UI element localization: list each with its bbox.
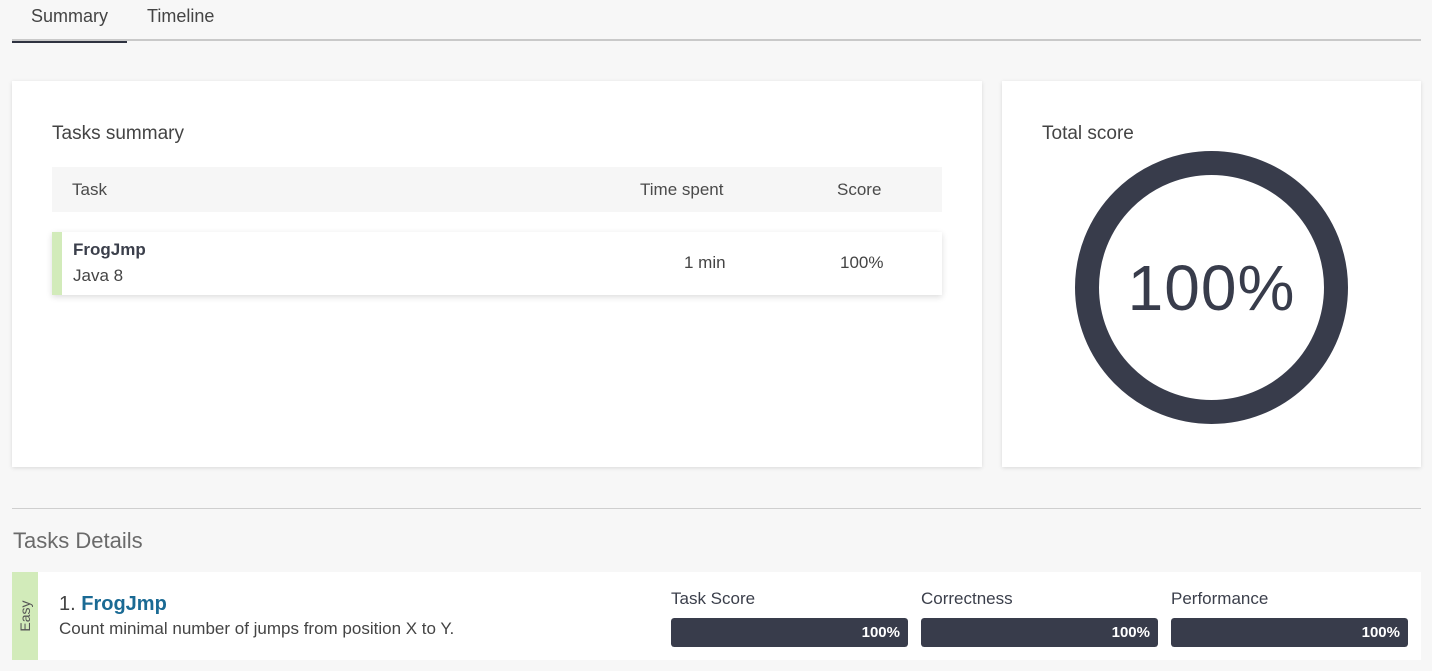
column-header-time-spent: Time spent [640, 180, 724, 199]
total-score-card: Total score 100% [1002, 81, 1421, 467]
task-number: 1. [59, 593, 76, 615]
total-score-title: Total score [1042, 123, 1134, 144]
tab-summary[interactable]: Summary [12, 0, 127, 43]
tasks-details-title: Tasks Details [13, 528, 143, 553]
progress-bar: 100% [1171, 618, 1408, 647]
metric-task-score: Task Score 100% [671, 589, 908, 647]
total-score-value: 100% [1127, 251, 1296, 324]
tab-timeline[interactable]: Timeline [147, 0, 214, 41]
task-score: 100% [840, 253, 884, 272]
difficulty-label: Easy [17, 600, 33, 632]
metric-value: 100% [1361, 624, 1400, 641]
task-language: Java 8 [73, 266, 124, 285]
task-detail-link[interactable]: FrogJmp [81, 593, 167, 615]
task-description: Count minimal number of jumps from posit… [59, 619, 455, 638]
task-time-spent: 1 min [684, 253, 726, 272]
tab-bar: Summary Timeline [12, 0, 1421, 43]
total-score-ring: 100% [1075, 151, 1348, 424]
difficulty-badge: Easy [12, 572, 38, 660]
progress-bar: 100% [921, 618, 1158, 647]
tasks-summary-title: Tasks summary [52, 123, 184, 144]
column-header-task: Task [72, 180, 107, 199]
tasks-summary-card: Tasks summary Task Time spent Score Frog… [12, 81, 982, 467]
metric-value: 100% [861, 624, 900, 641]
section-divider [12, 508, 1421, 509]
metric-label: Task Score [671, 589, 756, 608]
task-detail-heading: 1. FrogJmp [59, 593, 167, 616]
task-detail-card: Easy 1. FrogJmp Count minimal number of … [12, 572, 1421, 660]
task-row-frogjmp[interactable]: FrogJmp Java 8 1 min 100% [52, 232, 942, 295]
metric-label: Performance [1171, 589, 1269, 608]
metric-label: Correctness [921, 589, 1013, 608]
tasks-table-header: Task Time spent Score [52, 167, 942, 212]
metric-performance: Performance 100% [1171, 589, 1408, 647]
metric-correctness: Correctness 100% [921, 589, 1158, 647]
task-name: FrogJmp [73, 240, 146, 259]
progress-bar: 100% [671, 618, 908, 647]
metric-value: 100% [1111, 624, 1150, 641]
column-header-score: Score [837, 180, 882, 199]
